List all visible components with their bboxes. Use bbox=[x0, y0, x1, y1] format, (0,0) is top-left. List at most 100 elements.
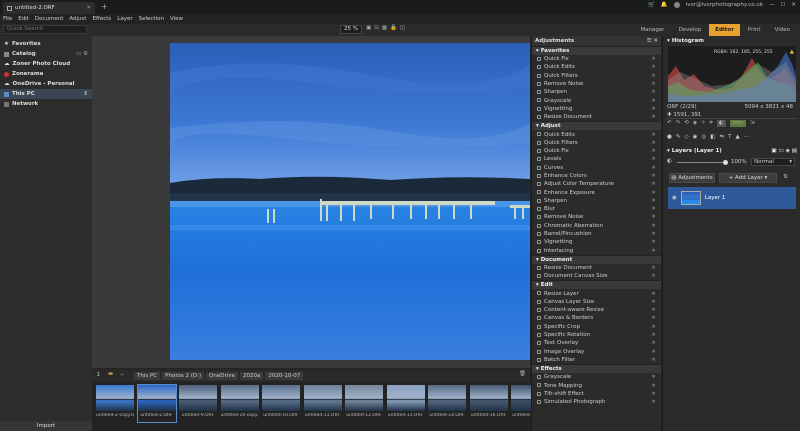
favorite-star-icon[interactable]: ★ bbox=[651, 81, 656, 87]
nav-onedrive[interactable]: ☁ OneDrive - Personal bbox=[0, 79, 92, 89]
zoom-field[interactable]: 25 % bbox=[340, 25, 362, 34]
close-window-icon[interactable]: ✕ bbox=[791, 2, 796, 8]
crop-icon[interactable]: ⌗ bbox=[710, 120, 713, 127]
favorite-star-icon[interactable]: ★ bbox=[651, 156, 656, 162]
adjustment-item[interactable]: Barrel/Pincushion ★ bbox=[532, 230, 661, 238]
adjustment-item[interactable]: Tilt-shift Effect ★ bbox=[532, 390, 661, 398]
nav-this-pc[interactable]: This PC ⇕ bbox=[0, 89, 92, 99]
opacity-value[interactable]: 100% bbox=[731, 159, 747, 165]
favorite-star-icon[interactable]: ★ bbox=[651, 190, 656, 196]
color-wheel-icon[interactable]: ● bbox=[667, 134, 672, 140]
wand-icon[interactable]: ✧ bbox=[701, 120, 706, 127]
adjustment-item[interactable]: Image Overlay ★ bbox=[532, 348, 661, 356]
mode-print[interactable]: Print bbox=[742, 24, 767, 36]
thumbnail[interactable]: untitled-11.ORF bbox=[303, 385, 342, 422]
brush-icon[interactable]: ✎ bbox=[676, 134, 681, 140]
up-folder-icon[interactable]: ↥ bbox=[96, 372, 101, 378]
new-tab-button[interactable]: + bbox=[101, 2, 108, 11]
favorite-star-icon[interactable]: ★ bbox=[651, 98, 656, 104]
favorite-star-icon[interactable]: ★ bbox=[651, 324, 656, 330]
nav-zonerama[interactable]: Zonerama bbox=[0, 69, 92, 79]
compare-icon[interactable]: ◫ bbox=[400, 25, 405, 31]
favorite-star-icon[interactable]: ★ bbox=[651, 132, 656, 138]
favorite-star-icon[interactable]: ★ bbox=[651, 231, 656, 237]
adjustment-item[interactable]: Levels ★ bbox=[532, 155, 661, 163]
adjustment-item[interactable]: Sharpen ★ bbox=[532, 197, 661, 205]
lock-icon[interactable]: 🔒 bbox=[390, 25, 397, 31]
redo-icon[interactable]: ↷ bbox=[676, 120, 681, 127]
compare-icon[interactable]: ▭▭ bbox=[729, 120, 746, 127]
favorite-star-icon[interactable]: ★ bbox=[651, 357, 656, 363]
clone-icon[interactable]: ◈ bbox=[693, 120, 697, 127]
favorite-star-icon[interactable]: ★ bbox=[651, 239, 656, 245]
adjustment-item[interactable]: Content-aware Resize ★ bbox=[532, 306, 661, 314]
adjustment-item[interactable]: Quick Filters ★ bbox=[532, 139, 661, 147]
adjustment-item[interactable]: Sharpen ★ bbox=[532, 88, 661, 96]
favorite-star-icon[interactable]: ★ bbox=[651, 399, 656, 405]
favorite-star-icon[interactable]: ★ bbox=[651, 181, 656, 187]
eye-icon[interactable]: ◎ bbox=[701, 134, 706, 140]
mode-manager[interactable]: Manager bbox=[634, 24, 670, 36]
breadcrumb-item[interactable]: OneDrive bbox=[206, 372, 238, 380]
adjustment-item[interactable]: Grayscale ★ bbox=[532, 96, 661, 104]
cart-icon[interactable]: 🛒 bbox=[648, 2, 655, 8]
adjustment-item[interactable]: Specific Crop ★ bbox=[532, 323, 661, 331]
favorite-star-icon[interactable]: ★ bbox=[651, 299, 656, 305]
menu-document[interactable]: Document bbox=[35, 16, 64, 22]
thumbnail[interactable]: untitled-10.ORF bbox=[262, 385, 300, 422]
more-icon[interactable]: ⋯ bbox=[744, 134, 750, 140]
menu-view[interactable]: View bbox=[170, 16, 183, 22]
menu-adjust[interactable]: Adjust bbox=[69, 16, 86, 22]
grid-icon[interactable]: ▦ bbox=[382, 25, 387, 31]
blend-mode-select[interactable]: Normal ▾ bbox=[751, 158, 795, 166]
adjustment-item[interactable]: Document Canvas Size ★ bbox=[532, 272, 661, 280]
nav-network[interactable]: Network bbox=[0, 99, 92, 109]
adjustment-item[interactable]: Grayscale ★ bbox=[532, 373, 661, 381]
adjustments-layer-button[interactable]: ▤ Adjustments bbox=[669, 173, 715, 183]
favorite-star-icon[interactable]: ★ bbox=[651, 165, 656, 171]
adjustment-item[interactable]: Quick Fix ★ bbox=[532, 147, 661, 155]
adjustments-section-header[interactable]: ▾ Adjust bbox=[532, 121, 661, 131]
adjustment-item[interactable]: Vignetting ★ bbox=[532, 238, 661, 246]
favorite-star-icon[interactable]: ★ bbox=[651, 332, 656, 338]
adjustments-section-header[interactable]: ▾ Effects bbox=[532, 364, 661, 374]
favorite-star-icon[interactable]: ★ bbox=[651, 114, 656, 120]
adjustment-item[interactable]: Simulated Photograph ★ bbox=[532, 398, 661, 406]
fit-icon[interactable]: ▣ bbox=[366, 25, 371, 31]
undo-icon[interactable]: ↶ bbox=[667, 120, 672, 127]
favorite-star-icon[interactable]: ★ bbox=[651, 340, 656, 346]
favorite-star-icon[interactable]: ★ bbox=[651, 349, 656, 355]
adjustment-item[interactable]: Enhance Colors ★ bbox=[532, 172, 661, 180]
menu-file[interactable]: File bbox=[3, 16, 12, 22]
thumbnail[interactable]: untitled-10-copy... bbox=[220, 385, 259, 422]
favorite-star-icon[interactable]: ★ bbox=[651, 214, 656, 220]
maximize-icon[interactable]: ☐ bbox=[780, 2, 785, 8]
adjustment-item[interactable]: Resize Document ★ bbox=[532, 264, 661, 272]
mode-develop[interactable]: Develop bbox=[673, 24, 708, 36]
adjustment-item[interactable]: Batch Filter ★ bbox=[532, 356, 661, 364]
menu-edit[interactable]: Edit bbox=[18, 16, 29, 22]
breadcrumb-item[interactable]: Photos 2 (D:) bbox=[162, 372, 205, 380]
folder-icon[interactable]: ▬ bbox=[108, 371, 113, 377]
adjustment-item[interactable]: Quick Fix ★ bbox=[532, 55, 661, 63]
flip-icon[interactable]: ⇋ bbox=[719, 134, 724, 140]
favorite-star-icon[interactable]: ★ bbox=[651, 307, 656, 313]
adjustment-item[interactable]: Remove Noise ★ bbox=[532, 213, 661, 221]
adjustment-item[interactable]: Canvas Layer Size ★ bbox=[532, 298, 661, 306]
favorite-star-icon[interactable]: ★ bbox=[651, 56, 656, 62]
adjustment-item[interactable]: Remove Noise ★ bbox=[532, 80, 661, 88]
adjustment-item[interactable]: Resize Document ★ bbox=[532, 113, 661, 121]
delete-icon[interactable]: 🗑 bbox=[519, 371, 526, 377]
favorite-star-icon[interactable]: ★ bbox=[651, 140, 656, 146]
document-tab[interactable]: untitled-2.ORF ✕ bbox=[3, 2, 95, 14]
breadcrumb-item[interactable]: 2020a bbox=[239, 372, 264, 380]
favorite-star-icon[interactable]: ★ bbox=[651, 383, 656, 389]
palette-icon[interactable]: ◉ bbox=[693, 134, 698, 140]
favorite-star-icon[interactable]: ★ bbox=[651, 206, 656, 212]
favorite-star-icon[interactable]: ★ bbox=[651, 315, 656, 321]
adjustment-item[interactable]: Specific Rotation ★ bbox=[532, 331, 661, 339]
nav-favorites[interactable]: ★ Favorites bbox=[0, 39, 92, 49]
adjustment-item[interactable]: Chromatic Aberration ★ bbox=[532, 222, 661, 230]
notification-icon[interactable]: 🔔 bbox=[661, 2, 668, 8]
refresh-icon[interactable]: ⇕ bbox=[83, 91, 88, 97]
